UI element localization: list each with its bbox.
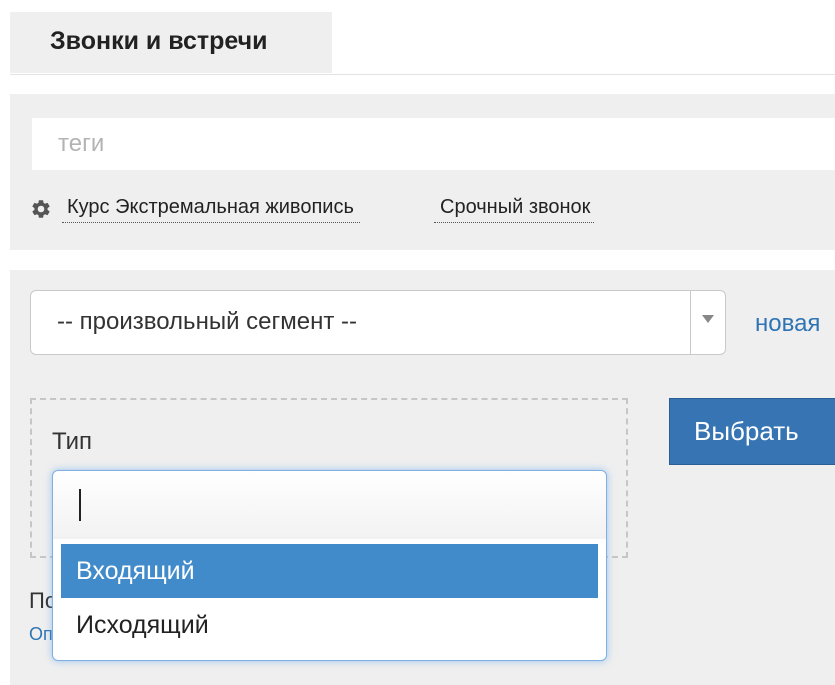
option-incoming[interactable]: Входящий (61, 544, 598, 598)
tags-panel: Курс Экстремальная живопись Срочный звон… (10, 94, 835, 250)
option-outgoing[interactable]: Исходящий (61, 598, 598, 652)
segment-select[interactable]: -- произвольный сегмент -- (30, 290, 726, 355)
new-segment-link[interactable]: новая (755, 310, 820, 338)
partial-link[interactable]: Оп (29, 624, 53, 645)
dropdown-search (53, 471, 606, 539)
type-dropdown: Входящий Исходящий (52, 470, 607, 661)
dropdown-options: Входящий Исходящий (61, 544, 598, 652)
tags-input[interactable] (32, 118, 835, 170)
segment-select-arrow[interactable] (690, 291, 725, 354)
tag-urgent-call[interactable]: Срочный звонок (434, 196, 595, 223)
tab-bar: Звонки и встречи (10, 12, 835, 75)
select-button[interactable]: Выбрать (669, 398, 835, 465)
tab-label: Звонки и встречи (50, 27, 268, 55)
page: Звонки и встречи Курс Экстремальная живо… (0, 0, 835, 685)
tag-course-extreme-painting[interactable]: Курс Экстремальная живопись (62, 196, 360, 223)
gear-icon[interactable] (30, 198, 52, 220)
dropdown-search-input[interactable] (73, 485, 577, 523)
triangle-down-icon (702, 315, 714, 323)
text-caret (79, 489, 81, 521)
segment-select-value: -- произвольный сегмент -- (57, 308, 357, 335)
tab-calls-and-meetings[interactable]: Звонки и встречи (10, 12, 332, 73)
filter-type-label: Тип (52, 428, 93, 455)
